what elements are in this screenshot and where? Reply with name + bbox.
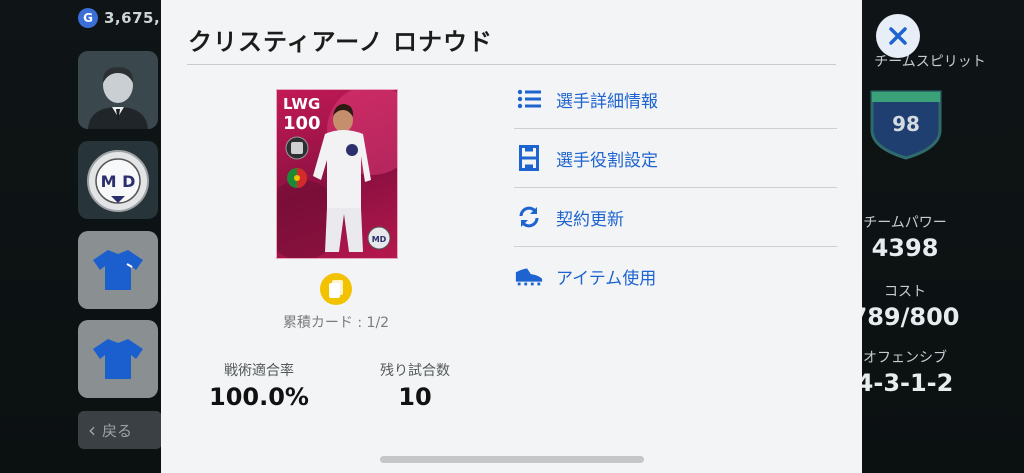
team-spirit-label: チームスピリット (874, 54, 986, 70)
formation-label: オフェンシブ (863, 350, 947, 366)
shirt-icon (93, 339, 143, 379)
refresh-icon (514, 204, 544, 230)
team-spirit-value: 98 (892, 112, 920, 136)
cumulative-cards-text: 累積カード : 1/2 (282, 315, 390, 331)
cost-value: 789/800 (850, 303, 960, 331)
svg-text:M D: M D (101, 172, 136, 191)
team-power-value: 4398 (871, 234, 939, 262)
chevron-left-icon: ‹ (88, 418, 96, 442)
close-icon (889, 27, 907, 45)
menu-item-label: アイテム使用 (556, 268, 657, 289)
stat-value: 10 (398, 383, 432, 411)
cards-icon (320, 273, 352, 305)
away-kit-tile[interactable] (78, 320, 158, 398)
pitch-icon (514, 145, 544, 171)
gp-coin-icon: G (78, 8, 98, 28)
stat-label: 残り試合数 (380, 363, 450, 379)
home-kit-tile[interactable] (78, 231, 158, 309)
gp-currency: G 3,675,6 (78, 8, 171, 28)
player-action-modal: クリスティアーノ ロナウド MD LWG 100 累積カード: 1/2 戦術適… (161, 0, 862, 473)
stat-label: 戦術適合率 (224, 363, 294, 379)
remaining-matches-stat: 残り試合数 10 (345, 360, 485, 411)
player-name-title: クリスティアーノ ロナウド (188, 28, 494, 56)
back-button-label: 戻る (102, 421, 133, 440)
card-rating: 100 (283, 113, 321, 134)
menu-item-player-role[interactable]: 選手役割設定 (514, 129, 837, 188)
title-divider (187, 64, 836, 65)
shirt-icon (93, 250, 143, 290)
menu-item-contract-renewal[interactable]: 契約更新 (514, 188, 837, 247)
close-button[interactable] (876, 14, 920, 58)
menu-item-label: 選手詳細情報 (556, 91, 658, 112)
tactic-fit-stat: 戦術適合率 100.0% (189, 360, 329, 411)
manager-silhouette-icon (78, 51, 158, 129)
list-icon (514, 86, 544, 112)
team-emblem-tile[interactable]: M D (78, 141, 158, 219)
formation-value: 4-3-1-2 (856, 369, 954, 397)
player-action-menu: 選手詳細情報 選手役割設定 契約更新 アイテム使用 (514, 70, 837, 305)
menu-item-label: 選手役割設定 (556, 150, 658, 171)
player-card[interactable]: MD LWG 100 (276, 89, 398, 259)
menu-item-label: 契約更新 (556, 209, 624, 230)
team-power-label: チームパワー (863, 215, 947, 231)
modal-scroll-indicator[interactable] (380, 456, 644, 463)
back-button[interactable]: ‹ 戻る (78, 411, 162, 449)
boot-icon (514, 263, 544, 289)
menu-item-player-details[interactable]: 選手詳細情報 (514, 70, 837, 129)
card-position: LWG (283, 95, 321, 113)
cost-label: コスト (884, 284, 926, 300)
stat-value: 100.0% (209, 383, 309, 411)
manager-tile[interactable] (78, 51, 158, 129)
menu-item-use-item[interactable]: アイテム使用 (514, 247, 837, 305)
team-emblem-icon: M D (87, 150, 149, 212)
svg-text:MD: MD (372, 235, 387, 244)
